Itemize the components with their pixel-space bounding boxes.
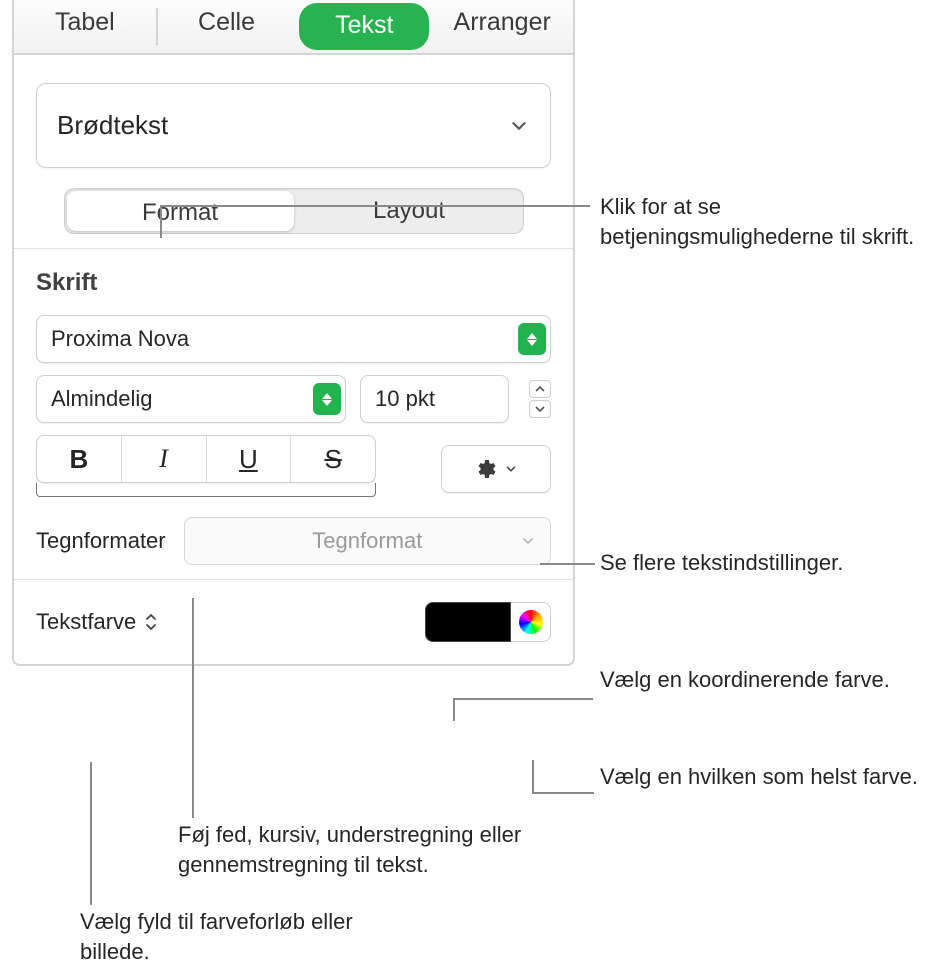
- font-section-label: Skrift: [36, 269, 551, 297]
- character-style-select[interactable]: Tegnformat: [184, 517, 551, 565]
- leader-line: [532, 792, 594, 794]
- leader-line: [160, 205, 590, 207]
- tab-tabel[interactable]: Tabel: [14, 0, 156, 53]
- leader-line: [90, 762, 92, 905]
- text-color-dropdown[interactable]: Tekstfarve: [36, 609, 158, 635]
- callout-bius: Føj fed, kursiv, understregning eller ge…: [178, 820, 598, 879]
- font-size-field[interactable]: 10 pkt: [360, 375, 509, 423]
- color-wells: [425, 602, 551, 642]
- select-stepper-icon: [313, 383, 341, 415]
- callout-gear: Se flere tekstindstillinger.: [600, 548, 940, 578]
- font-size-value: 10 pkt: [375, 386, 435, 412]
- font-size-down[interactable]: [529, 400, 551, 418]
- text-color-label: Tekstfarve: [36, 609, 136, 635]
- callout-well-black: Vælg en koordinerende farve.: [600, 665, 920, 695]
- paragraph-style-dropdown[interactable]: Brødtekst: [36, 83, 551, 168]
- bold-button[interactable]: B: [37, 436, 121, 482]
- leader-line: [453, 698, 455, 721]
- font-section: Skrift Proxima Nova Almindelig 10 pkt: [14, 248, 573, 579]
- italic-button[interactable]: I: [121, 436, 206, 482]
- font-family-select[interactable]: Proxima Nova: [36, 315, 551, 363]
- advanced-text-options[interactable]: [441, 445, 551, 493]
- paragraph-style-section: Brødtekst Format Layout: [14, 55, 573, 248]
- character-style-placeholder: Tegnformat: [312, 528, 422, 554]
- leader-line: [192, 598, 194, 818]
- select-stepper-icon: [518, 323, 546, 355]
- leader-line: [540, 563, 595, 565]
- text-style-buttons: B I U S: [36, 435, 376, 483]
- updown-icon: [144, 612, 158, 632]
- inspector-panel: Tabel Celle Tekst Arranger Brødtekst For…: [12, 0, 575, 666]
- callout-format: Klik for at se betjeningsmulighederne ti…: [600, 192, 920, 251]
- font-size-up[interactable]: [529, 380, 551, 398]
- bracket-decoration: [36, 483, 376, 497]
- chevron-down-icon: [520, 533, 536, 549]
- leader-line: [532, 760, 534, 792]
- color-wheel-icon: [519, 610, 543, 634]
- segment-format[interactable]: Format: [67, 191, 294, 231]
- font-style-select[interactable]: Almindelig: [36, 375, 346, 423]
- color-well-custom[interactable]: [511, 602, 551, 642]
- chevron-down-icon: [508, 115, 530, 137]
- character-styles-label: Tegnformater: [36, 528, 166, 554]
- font-size-stepper: [523, 376, 551, 422]
- callout-well-picker: Vælg en hvilken som helst farve.: [600, 762, 920, 792]
- inspector-tabs: Tabel Celle Tekst Arranger: [14, 0, 573, 55]
- format-layout-segment: Format Layout: [64, 188, 524, 234]
- tab-celle[interactable]: Celle: [156, 0, 298, 53]
- gear-icon: [474, 457, 498, 481]
- character-styles-row: Tegnformater Tegnformat: [36, 517, 551, 565]
- paragraph-style-value: Brødtekst: [57, 110, 168, 141]
- underline-button[interactable]: U: [206, 436, 291, 482]
- segment-layout[interactable]: Layout: [296, 189, 523, 233]
- chevron-down-icon: [504, 462, 518, 476]
- leader-line: [160, 205, 162, 238]
- font-family-value: Proxima Nova: [51, 326, 189, 352]
- font-style-value: Almindelig: [51, 386, 153, 412]
- tab-arranger[interactable]: Arranger: [431, 0, 573, 53]
- callout-textcolor: Vælg fyld til farveforløb eller billede.: [80, 907, 420, 966]
- text-color-row: Tekstfarve: [14, 579, 573, 664]
- color-well-preset[interactable]: [425, 602, 511, 642]
- tab-tekst[interactable]: Tekst: [299, 3, 429, 50]
- leader-line: [453, 698, 593, 700]
- strikethrough-button[interactable]: S: [290, 436, 375, 482]
